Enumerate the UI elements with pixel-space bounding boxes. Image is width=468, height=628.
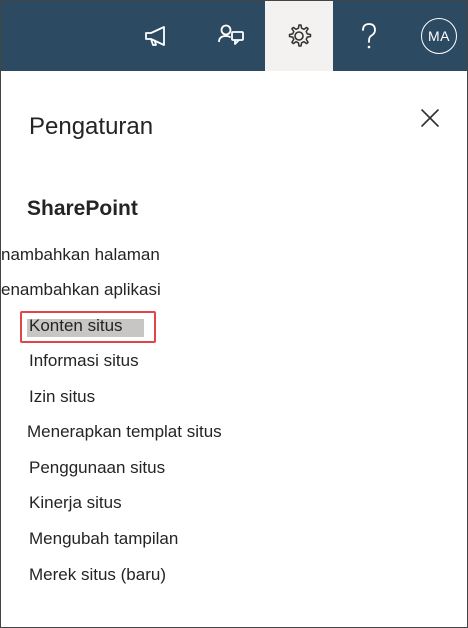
menu-item-site-usage[interactable]: Penggunaan situs: [29, 457, 165, 479]
settings-menu: nambahkan halaman enambahkan aplikasi Ko…: [1, 71, 467, 627]
menu-item-add-app[interactable]: enambahkan aplikasi: [1, 279, 161, 301]
menu-item-site-brand[interactable]: Merek situs (baru): [29, 564, 166, 586]
settings-button[interactable]: [265, 1, 333, 71]
chat-feedback-icon: [218, 24, 244, 45]
menu-item-site-information[interactable]: Informasi situs: [29, 350, 139, 372]
settings-panel: Pengaturan SharePoint nambahkan halaman …: [1, 71, 467, 627]
megaphone-icon: [145, 26, 165, 46]
feedback-button[interactable]: [197, 1, 265, 71]
avatar: MA: [421, 18, 457, 54]
menu-item-add-page[interactable]: nambahkan halaman: [1, 244, 160, 266]
menu-item-change-the-look[interactable]: Mengubah tampilan: [29, 528, 178, 550]
top-navigation-bar: MA: [1, 1, 467, 71]
menu-item-apply-site-template[interactable]: Menerapkan templat situs: [27, 421, 222, 443]
menu-item-site-contents[interactable]: Konten situs: [29, 315, 123, 337]
question-mark-icon: [362, 23, 376, 49]
gear-icon: [288, 24, 312, 47]
menu-item-site-permissions[interactable]: Izin situs: [29, 386, 95, 408]
account-button[interactable]: MA: [405, 1, 468, 71]
megaphone-button[interactable]: [123, 1, 191, 71]
help-button[interactable]: [335, 1, 403, 71]
menu-item-site-performance[interactable]: Kinerja situs: [29, 492, 122, 514]
